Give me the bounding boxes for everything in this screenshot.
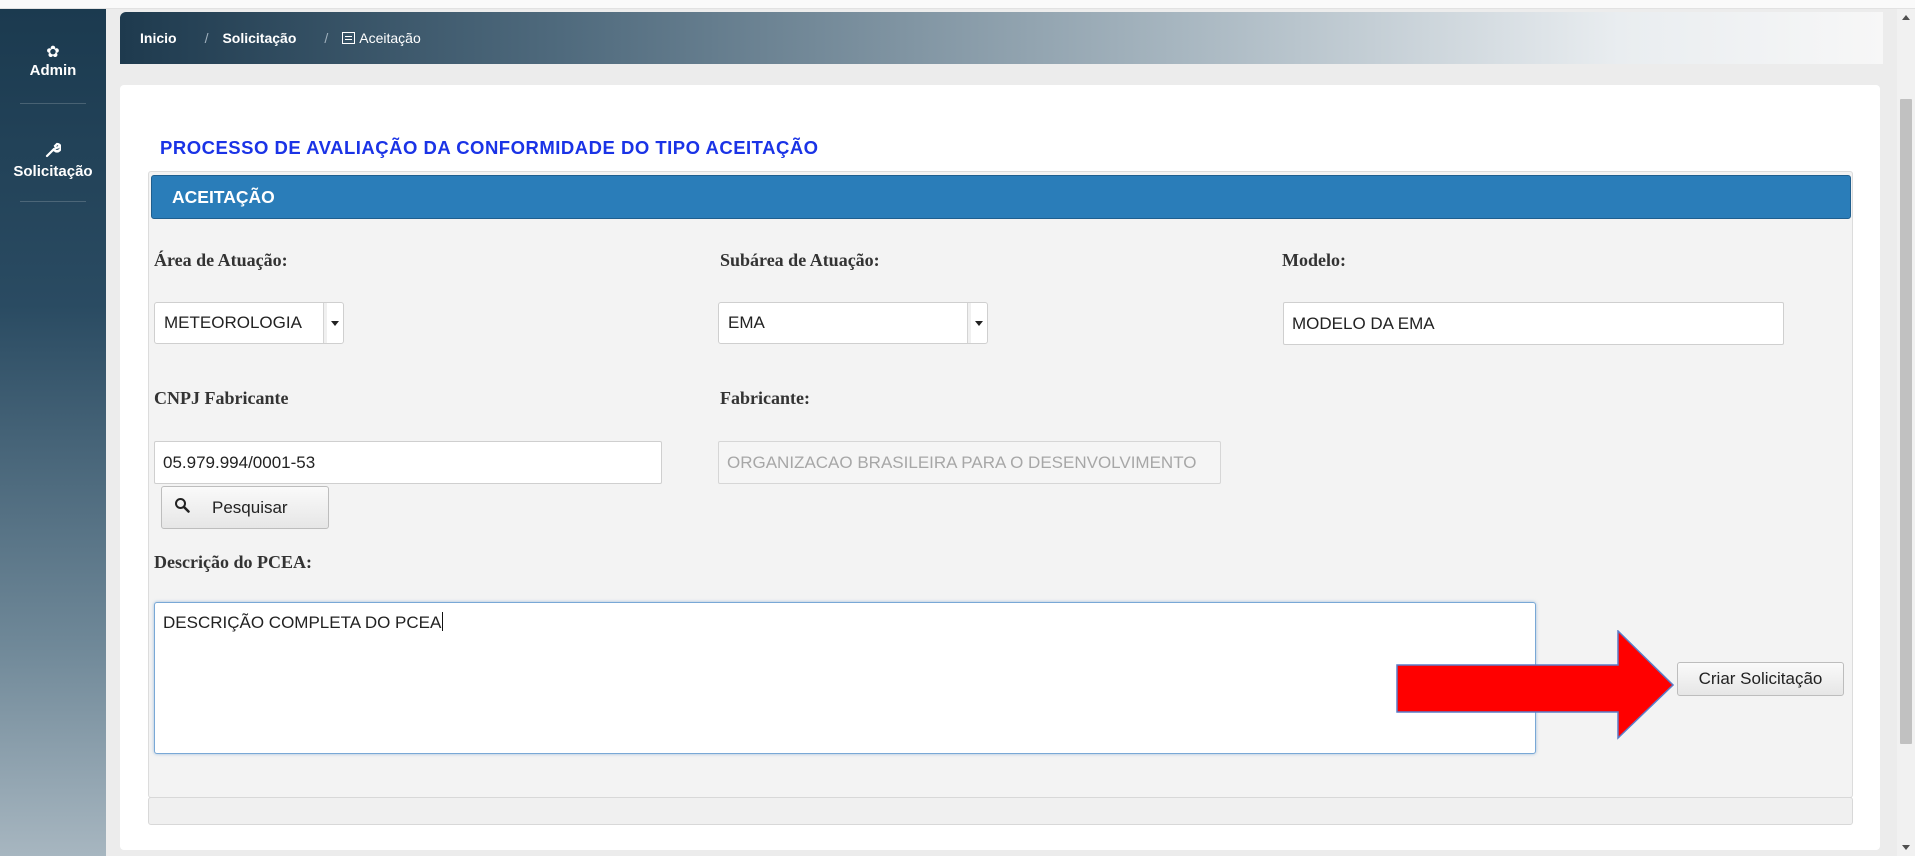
- breadcrumb-inicio[interactable]: Inicio: [140, 30, 177, 46]
- wrench-icon: [0, 142, 106, 163]
- area-select[interactable]: METEOROLOGIA: [154, 302, 344, 344]
- descricao-text: DESCRIÇÃO COMPLETA DO PCEA: [163, 613, 442, 632]
- subarea-select[interactable]: EMA: [718, 302, 988, 344]
- bottom-bar: [148, 797, 1853, 825]
- text-cursor: [442, 612, 444, 631]
- search-button[interactable]: Pesquisar: [161, 486, 329, 529]
- search-button-label: Pesquisar: [212, 497, 288, 517]
- breadcrumb-solicitacao[interactable]: Solicitação: [222, 30, 296, 46]
- descricao-textarea[interactable]: DESCRIÇÃO COMPLETA DO PCEA: [154, 602, 1536, 754]
- red-arrow-annotation: [1396, 630, 1674, 740]
- modelo-label: Modelo:: [1282, 250, 1346, 270]
- subarea-label: Subárea de Atuação:: [720, 250, 880, 270]
- cnpj-input[interactable]: 05.979.994/0001-53: [154, 441, 662, 484]
- chevron-down-icon: [967, 303, 987, 343]
- descricao-label: Descrição do PCEA:: [154, 552, 312, 572]
- criar-solicitacao-button[interactable]: Criar Solicitação: [1677, 662, 1844, 696]
- modelo-input[interactable]: MODELO DA EMA: [1283, 302, 1784, 345]
- search-icon: [174, 497, 196, 518]
- chevron-down-icon: [323, 303, 343, 343]
- sidebar-item-label: Admin: [29, 62, 77, 79]
- page-title: PROCESSO DE AVALIAÇÃO DA CONFORMIDADE DO…: [160, 137, 819, 158]
- sidebar: ✿ Admin Solicitação: [0, 9, 106, 856]
- fabricante-input: ORGANIZACAO BRASILEIRA PARA O DESENVOLVI…: [718, 441, 1221, 484]
- sidebar-divider: [20, 103, 86, 104]
- breadcrumb-separator: /: [324, 30, 329, 46]
- scroll-thumb[interactable]: [1900, 99, 1912, 744]
- sidebar-item-admin[interactable]: ✿ Admin: [0, 44, 106, 80]
- subarea-select-value: EMA: [728, 313, 765, 332]
- area-select-value: METEOROLOGIA: [164, 313, 302, 332]
- scrollbar[interactable]: [1897, 9, 1915, 856]
- area-label: Área de Atuação:: [154, 250, 288, 270]
- sidebar-divider: [20, 201, 86, 202]
- list-icon: [342, 32, 356, 44]
- scroll-up-icon[interactable]: [1902, 15, 1910, 20]
- breadcrumb-aceitacao: Aceitação: [359, 30, 421, 46]
- sidebar-item-label: Solicitação: [13, 163, 93, 180]
- breadcrumb: Inicio / Solicitação / Aceitação: [120, 12, 1883, 64]
- section-header: ACEITAÇÃO: [151, 175, 1851, 219]
- gear-icon: ✿: [46, 44, 60, 61]
- fabricante-label: Fabricante:: [720, 388, 810, 408]
- cnpj-label: CNPJ Fabricante: [154, 388, 289, 408]
- sidebar-item-solicitacao[interactable]: Solicitação: [0, 142, 106, 181]
- window-top-strip: [0, 0, 1915, 9]
- scroll-down-icon[interactable]: [1902, 845, 1910, 850]
- breadcrumb-separator: /: [204, 30, 209, 46]
